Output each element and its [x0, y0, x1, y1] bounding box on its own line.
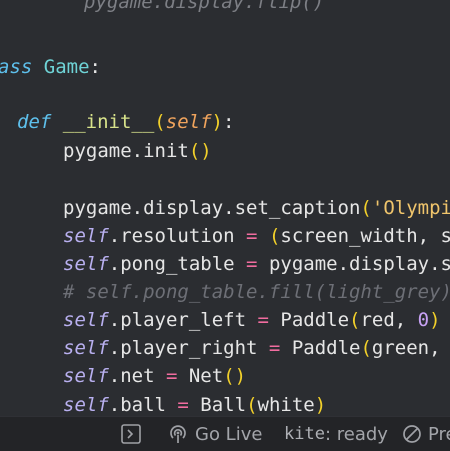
- code-token: pygame.display.set_caption: [63, 197, 360, 219]
- code-token: green,: [372, 337, 450, 359]
- code-token: (: [246, 394, 257, 416]
- code-token: .resolution: [109, 225, 246, 247]
- code-token: Ball: [189, 394, 246, 416]
- code-token: self: [63, 365, 109, 387]
- code-token: =: [269, 337, 280, 359]
- prettier-label: Pre: [428, 424, 450, 445]
- code-token: Paddle: [280, 337, 360, 359]
- code-token: [32, 56, 43, 78]
- code-token: 0: [418, 309, 429, 331]
- code-token: white: [258, 394, 315, 416]
- code-token: red,: [360, 309, 417, 331]
- code-token: self: [63, 253, 109, 275]
- code-token: [258, 225, 269, 247]
- code-token: (: [349, 309, 360, 331]
- line-ball: self.ball = Ball(white): [63, 391, 326, 416]
- code-token: (: [360, 337, 371, 359]
- line-player-left: self.player_left = Paddle(red, 0): [63, 306, 441, 335]
- code-token: (): [189, 140, 212, 162]
- code-token: self: [63, 394, 109, 416]
- code-token: __init__: [63, 111, 155, 133]
- code-token: self: [63, 309, 109, 331]
- code-token: =: [246, 253, 257, 275]
- line-player-right: self.player_right = Paddle(green, 0: [63, 334, 450, 363]
- code-token: .ball: [109, 394, 178, 416]
- code-token: .net: [109, 365, 166, 387]
- code-token: ): [429, 309, 440, 331]
- code-token: [51, 111, 62, 133]
- code-token: self: [63, 337, 109, 359]
- prohibited-icon: [402, 424, 422, 444]
- code-token: 'Olympic: [372, 197, 450, 219]
- code-token: ): [315, 394, 326, 416]
- status-bar: Go Live kite : ready Pre: [0, 416, 450, 451]
- line-comment-fill: # self.pong_table.fill(light_grey): [63, 278, 450, 307]
- code-token: # self.pong_table.fill(light_grey): [63, 281, 450, 303]
- line-display-flip: pygame.display.flip(): [84, 0, 324, 17]
- code-token: (): [223, 365, 246, 387]
- code-token: =: [177, 394, 188, 416]
- code-token: .player_left: [109, 309, 258, 331]
- code-editor[interactable]: pygame.display.flip() ass Game: def __in…: [0, 0, 450, 416]
- code-token: Net: [177, 365, 223, 387]
- terminal-icon: [120, 423, 142, 445]
- code-token: (: [154, 111, 165, 133]
- code-token: :: [90, 56, 101, 78]
- code-token: (: [360, 197, 371, 219]
- code-token: Game: [44, 56, 90, 78]
- broadcast-icon: [168, 423, 188, 445]
- code-token: pygame.display.flip(): [84, 0, 324, 13]
- code-token: ): [212, 111, 223, 133]
- line-net: self.net = Net(): [63, 362, 246, 391]
- code-token: =: [246, 225, 257, 247]
- code-token: ass: [0, 56, 32, 78]
- code-token: self: [63, 225, 109, 247]
- code-token: .pong_table: [109, 253, 246, 275]
- code-token: Paddle: [269, 309, 349, 331]
- code-token: self: [166, 111, 212, 133]
- code-token: =: [257, 309, 268, 331]
- kite-status[interactable]: kite : ready: [284, 417, 388, 451]
- code-token: def: [17, 111, 51, 133]
- line-pygame-init: pygame.init(): [63, 137, 212, 166]
- code-token: screen_width, sc: [280, 225, 450, 247]
- go-live-button[interactable]: Go Live: [168, 417, 262, 451]
- line-class-game: ass Game:: [0, 53, 101, 82]
- code-token: (: [269, 225, 280, 247]
- code-token: .player_right: [109, 337, 269, 359]
- prettier-button[interactable]: Pre: [402, 417, 450, 451]
- kite-brand: kite: [284, 424, 325, 444]
- go-live-label: Go Live: [195, 424, 262, 445]
- terminal-button[interactable]: [120, 417, 142, 451]
- code-token: pygame.init: [63, 140, 189, 162]
- code-token: =: [166, 365, 177, 387]
- code-token: pygame.display.se: [258, 253, 450, 275]
- line-pong-table: self.pong_table = pygame.display.se: [63, 250, 450, 279]
- line-resolution: self.resolution = (screen_width, sc: [63, 222, 450, 251]
- line-def-init: def __init__(self):: [17, 108, 234, 137]
- kite-status-label: : ready: [325, 424, 388, 445]
- code-token: :: [223, 111, 234, 133]
- line-set-caption: pygame.display.set_caption('Olympic: [63, 194, 450, 223]
